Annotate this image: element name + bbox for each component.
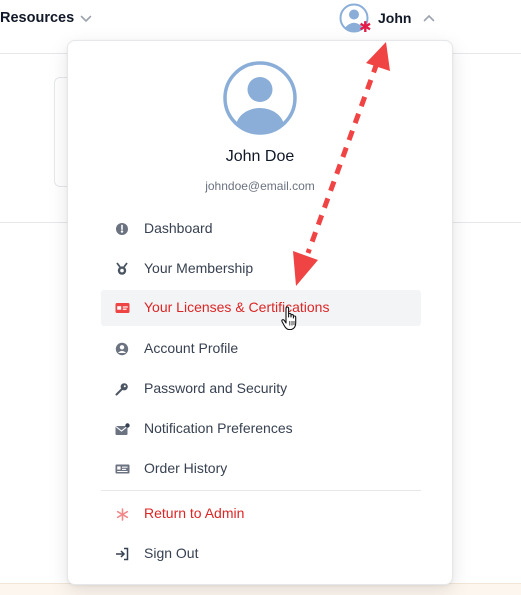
menu-item-label: Dashboard <box>144 220 213 236</box>
menu-item-membership[interactable]: Your Membership <box>101 251 421 287</box>
profile-email: johndoe@email.com <box>205 179 315 193</box>
profile-name: John Doe <box>225 148 295 165</box>
hand-pointer-cursor-icon <box>281 306 297 331</box>
user-circle-icon <box>114 341 130 357</box>
menu-item-label: Your Membership <box>144 260 254 276</box>
chevron-up-icon <box>424 14 435 22</box>
menu-item-dashboard[interactable]: Dashboard <box>101 211 421 247</box>
user-avatar-icon <box>223 61 297 135</box>
menu-item-licenses-certifications[interactable]: Your Licenses & Certifications <box>101 290 421 326</box>
menu-item-label: Your Licenses & Certifications <box>144 299 330 315</box>
avatar: ✱ <box>339 3 372 36</box>
profile-avatar <box>223 61 297 135</box>
chevron-down-icon <box>80 15 92 22</box>
menu-item-order-history[interactable]: Order History <box>101 451 421 487</box>
key-icon <box>114 381 130 397</box>
menu-item-label: Sign Out <box>144 545 199 561</box>
asterisk-icon <box>114 506 130 522</box>
menu-item-label: Account Profile <box>144 340 239 356</box>
user-dropdown-menu: John Doe johndoe@email.com Dashboard You… <box>67 40 453 585</box>
id-card-icon <box>114 300 130 316</box>
menu-item-account-profile[interactable]: Account Profile <box>101 331 421 367</box>
menu-item-label: Order History <box>144 460 228 476</box>
medal-icon <box>114 261 130 277</box>
sign-out-icon <box>114 546 130 562</box>
user-name: John <box>378 10 412 26</box>
nav-resources-menu[interactable]: Resources <box>0 0 92 36</box>
menu-item-label: Notification Preferences <box>144 420 293 436</box>
mail-notification-icon <box>114 421 130 437</box>
menu-item-sign-out[interactable]: Sign Out <box>101 536 421 572</box>
nav-resources-label: Resources <box>0 10 75 26</box>
menu-item-label: Password and Security <box>144 380 288 396</box>
dashboard-icon <box>114 221 130 237</box>
menu-item-password-security[interactable]: Password and Security <box>101 371 421 407</box>
menu-item-label: Return to Admin <box>144 505 245 521</box>
menu-divider <box>101 490 421 491</box>
menu-item-notification-preferences[interactable]: Notification Preferences <box>101 411 421 447</box>
menu-item-return-to-admin[interactable]: Return to Admin <box>101 496 421 532</box>
user-menu-toggle[interactable]: ✱ John <box>339 2 435 36</box>
receipt-icon <box>114 461 130 477</box>
annotation-asterisk-icon: ✱ <box>359 19 372 36</box>
